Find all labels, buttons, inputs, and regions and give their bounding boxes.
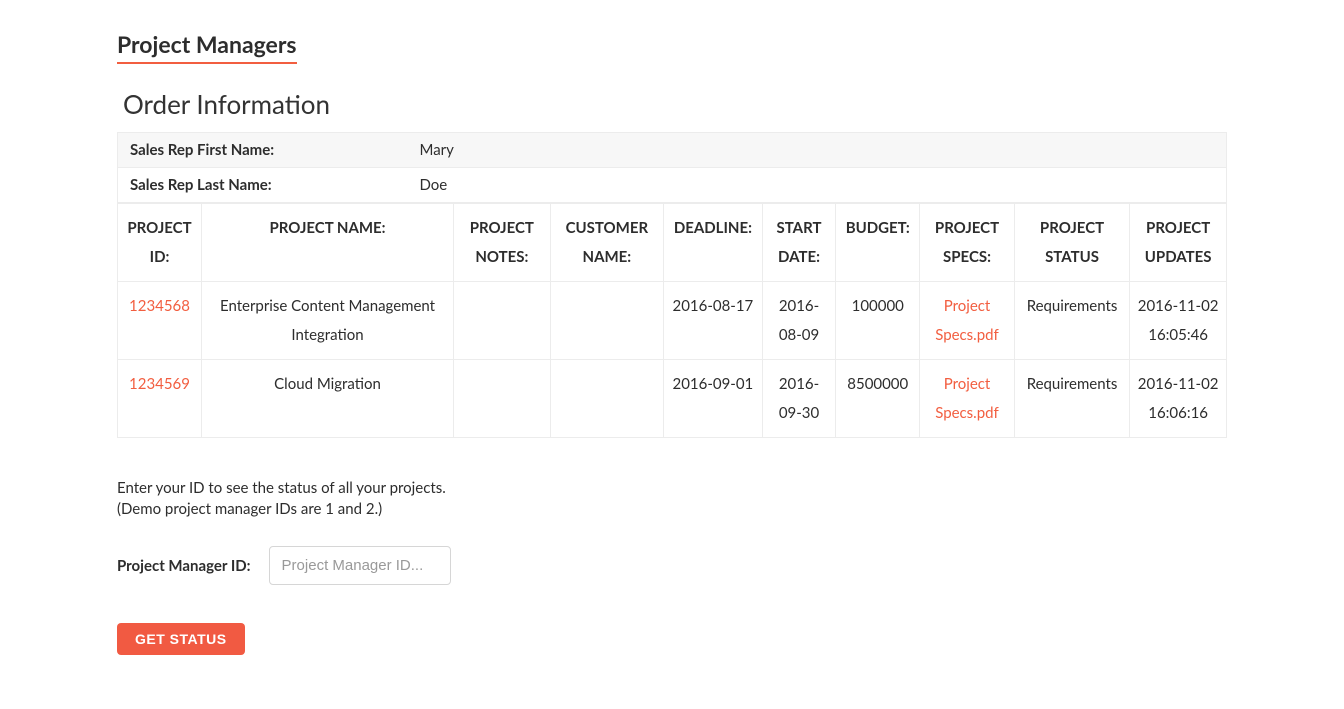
project-id-link[interactable]: 1234569 [129,375,190,393]
table-row: 1234568 Enterprise Content Management In… [118,282,1227,360]
budget-cell: 8500000 [836,360,920,438]
sales-rep-first-name-row: Sales Rep First Name: Mary [118,133,1227,168]
table-row: 1234569 Cloud Migration 2016-09-01 2016-… [118,360,1227,438]
col-customer-name: CUSTOMER NAME: [550,204,663,282]
sales-rep-last-name-row: Sales Rep Last Name: Doe [118,168,1227,203]
instructions-line1: Enter your ID to see the status of all y… [117,479,446,497]
project-id-link[interactable]: 1234568 [129,297,190,315]
customer-name-cell [550,360,663,438]
project-specs-link[interactable]: Project Specs.pdf [935,297,999,344]
pm-id-input[interactable] [269,546,451,585]
start-date-cell: 2016-09-30 [762,360,836,438]
get-status-button[interactable]: GET STATUS [117,623,245,655]
col-project-id: PROJECT ID: [118,204,202,282]
project-status-cell: Requirements [1014,282,1130,360]
sales-rep-last-name-label: Sales Rep Last Name: [118,168,408,203]
deadline-cell: 2016-08-17 [664,282,763,360]
col-project-status: PROJECT STATUS [1014,204,1130,282]
project-name-cell: Enterprise Content Management Integratio… [202,282,454,360]
col-project-specs: PROJECT SPECS: [920,204,1015,282]
project-updates-cell: 2016-11-02 16:06:16 [1130,360,1227,438]
instructions-text: Enter your ID to see the status of all y… [117,478,1227,520]
budget-cell: 100000 [836,282,920,360]
deadline-cell: 2016-09-01 [664,360,763,438]
sales-rep-info-table: Sales Rep First Name: Mary Sales Rep Las… [117,132,1227,203]
projects-table: PROJECT ID: PROJECT NAME: PROJECT NOTES:… [117,203,1227,438]
table-header-row: PROJECT ID: PROJECT NAME: PROJECT NOTES:… [118,204,1227,282]
project-notes-cell [454,282,551,360]
project-specs-link[interactable]: Project Specs.pdf [935,375,999,422]
customer-name-cell [550,282,663,360]
sales-rep-last-name-value: Doe [408,168,1227,203]
project-name-cell: Cloud Migration [202,360,454,438]
col-project-notes: PROJECT NOTES: [454,204,551,282]
pm-id-label: Project Manager ID: [117,557,251,575]
sales-rep-first-name-label: Sales Rep First Name: [118,133,408,168]
instructions-line2: (Demo project manager IDs are 1 and 2.) [117,500,382,518]
col-project-name: PROJECT NAME: [202,204,454,282]
project-updates-cell: 2016-11-02 16:05:46 [1130,282,1227,360]
col-budget: BUDGET: [836,204,920,282]
col-deadline: DEADLINE: [664,204,763,282]
section-title: Order Information [123,88,1227,120]
page-title: Project Managers [117,30,297,64]
project-status-cell: Requirements [1014,360,1130,438]
sales-rep-first-name-value: Mary [408,133,1227,168]
project-notes-cell [454,360,551,438]
col-project-updates: PROJECT UPDATES [1130,204,1227,282]
col-start-date: START DATE: [762,204,836,282]
start-date-cell: 2016-08-09 [762,282,836,360]
